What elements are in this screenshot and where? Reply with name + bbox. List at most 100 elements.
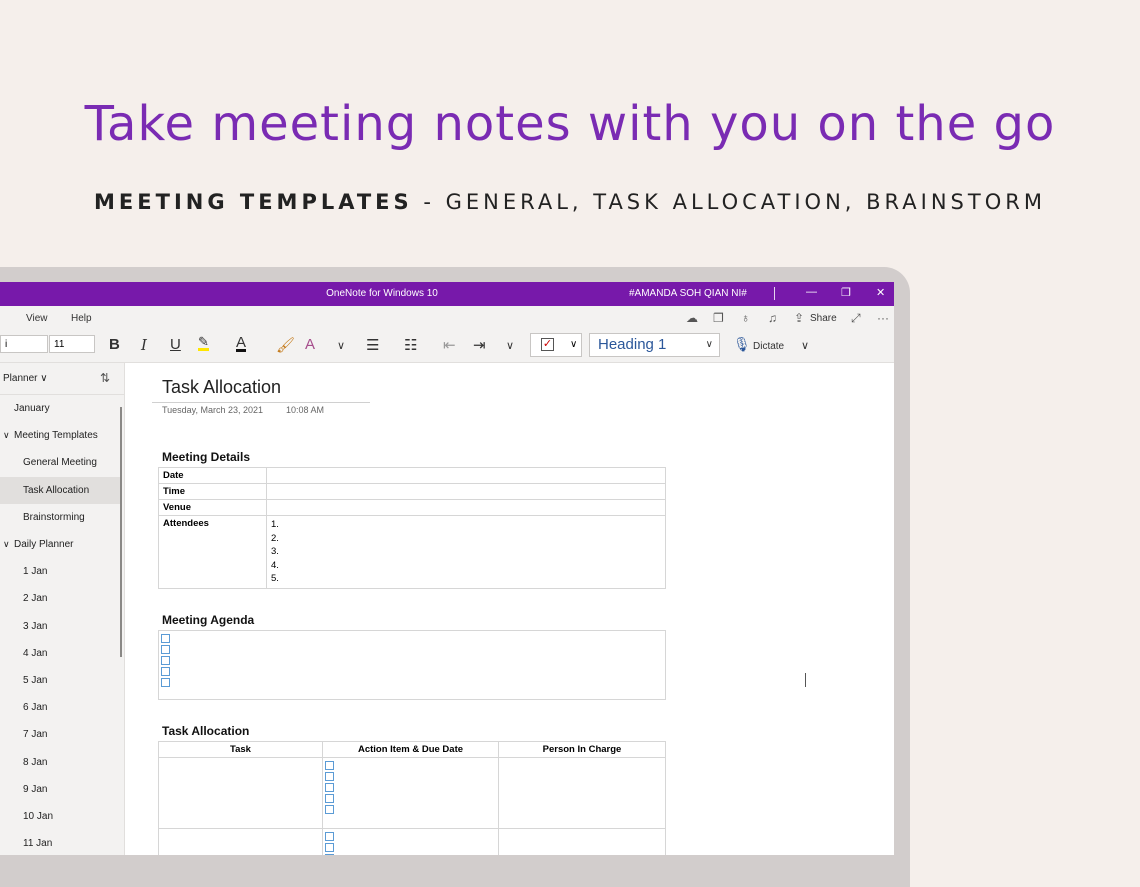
agenda-cell[interactable]: [158, 630, 666, 700]
underline-button[interactable]: U: [170, 336, 181, 353]
highlight-icon[interactable]: ✎: [198, 335, 209, 351]
sidebar-item[interactable]: 8 Jan: [0, 749, 121, 776]
attendee-line: 2.: [271, 532, 279, 544]
checkbox[interactable]: [161, 667, 170, 676]
details-value[interactable]: [266, 483, 666, 500]
indent-icon[interactable]: ⇥: [473, 336, 486, 354]
italic-button[interactable]: I: [141, 336, 147, 354]
page-title[interactable]: Task Allocation: [162, 377, 281, 398]
chevron-down-icon[interactable]: ∨: [506, 339, 514, 352]
meeting-agenda-table: [158, 630, 666, 700]
restore-button[interactable]: ❐: [841, 286, 851, 299]
page-list: Planner ∨ ⇅ January ∨ Meeting Templates Gen…: [0, 363, 125, 855]
checkbox[interactable]: [161, 678, 170, 687]
font-size-input[interactable]: 11: [49, 335, 95, 353]
sidebar-item[interactable]: 1 Jan: [0, 558, 121, 585]
chevron-down-icon[interactable]: ∨: [337, 339, 345, 352]
attendees-list[interactable]: 1. 2. 3. 4. 5.: [266, 515, 666, 589]
sidebar-item[interactable]: 7 Jan: [0, 721, 121, 748]
style-dropdown[interactable]: Heading 1 ∨: [589, 333, 720, 357]
clear-format-icon[interactable]: A: [305, 336, 315, 353]
sidebar-item[interactable]: 5 Jan: [0, 667, 121, 694]
sidebar-item[interactable]: 4 Jan: [0, 640, 121, 667]
attendee-line: 1.: [271, 519, 279, 530]
sidebar-item[interactable]: 11 Jan: [0, 830, 121, 855]
sidebar-item[interactable]: ∨ Meeting Templates: [0, 422, 121, 449]
pages-icon[interactable]: ❐: [713, 311, 724, 325]
title-underline: [152, 402, 370, 403]
details-label: Time: [158, 483, 267, 500]
details-value[interactable]: [266, 467, 666, 484]
numbering-icon[interactable]: ☷: [404, 336, 417, 354]
sidebar-item-label: 6 Jan: [23, 702, 48, 714]
chevron-down-icon: ∨: [40, 373, 48, 384]
person-cell[interactable]: [498, 757, 666, 829]
font-name-input[interactable]: i: [0, 335, 48, 353]
headline: Take meeting notes with you on the go: [84, 96, 1056, 152]
close-button[interactable]: ✕: [876, 286, 885, 299]
checkbox[interactable]: [325, 794, 334, 803]
chevron-down-icon[interactable]: ∨: [3, 422, 10, 449]
page-date: Tuesday, March 23, 2021: [162, 405, 264, 415]
sidebar-item[interactable]: 9 Jan: [0, 776, 121, 803]
checkbox[interactable]: [325, 843, 334, 852]
bold-button[interactable]: B: [109, 336, 120, 353]
menu-view[interactable]: View: [26, 313, 48, 324]
lightbulb-icon[interactable]: ♁: [741, 311, 750, 325]
task-cell[interactable]: [158, 828, 323, 855]
outdent-icon[interactable]: ⇤: [443, 336, 456, 354]
checkbox[interactable]: [325, 805, 334, 814]
sidebar-item[interactable]: Task Allocation: [0, 476, 121, 504]
menu-bar: View Help ☁ ❐ ♁ ♫ ⇪ Share ⤢ ···: [0, 306, 894, 330]
dictate-button[interactable]: Dictate: [753, 341, 784, 352]
task-cell[interactable]: [158, 757, 323, 829]
checkbox[interactable]: [161, 645, 170, 654]
more-icon[interactable]: ···: [877, 311, 889, 325]
sidebar-item[interactable]: 3 Jan: [0, 613, 121, 640]
chevron-down-icon[interactable]: ∨: [801, 339, 809, 352]
checkbox-icon: ✓: [541, 338, 554, 351]
todo-tag-button[interactable]: ✓ ∨: [530, 333, 582, 357]
chevron-down-icon[interactable]: ∨: [3, 531, 10, 558]
checkbox[interactable]: [161, 656, 170, 665]
sidebar-item[interactable]: 6 Jan: [0, 694, 121, 721]
share-button[interactable]: Share: [810, 313, 837, 324]
details-value[interactable]: [266, 499, 666, 516]
sidebar-item[interactable]: General Meeting: [0, 449, 121, 476]
notebook-header[interactable]: Planner ∨: [3, 373, 48, 384]
checkbox[interactable]: [325, 832, 334, 841]
action-item-cell[interactable]: [322, 757, 499, 829]
account-name[interactable]: #AMANDA SOH QIAN NI#: [629, 288, 747, 299]
minimize-button[interactable]: —: [806, 286, 817, 298]
bell-icon[interactable]: ♫: [768, 311, 777, 325]
action-item-cell[interactable]: [322, 828, 499, 855]
checkbox[interactable]: [325, 761, 334, 770]
bullets-icon[interactable]: ☰: [366, 336, 379, 354]
fullscreen-icon[interactable]: ⤢: [851, 311, 861, 326]
sidebar-item[interactable]: Brainstorming: [0, 504, 121, 531]
font-color-button[interactable]: A: [236, 335, 247, 352]
sidebar-item[interactable]: ∨ Daily Planner: [0, 531, 121, 558]
chevron-down-icon: ∨: [570, 339, 578, 350]
sync-icon[interactable]: ☁: [686, 311, 698, 325]
sort-icon[interactable]: ⇅: [100, 371, 110, 385]
person-cell[interactable]: [498, 828, 666, 855]
sidebar-item[interactable]: 10 Jan: [0, 803, 121, 830]
sidebar-item-label: Brainstorming: [23, 511, 85, 523]
checkbox[interactable]: [161, 634, 170, 643]
note-page[interactable]: Task Allocation Tuesday, March 23, 2021 …: [125, 363, 894, 855]
format-painter-icon[interactable]: 🖌: [276, 336, 295, 354]
details-label: Attendees: [158, 515, 267, 589]
checkbox[interactable]: [325, 783, 334, 792]
table-row: Attendees 1. 2. 3. 4. 5.: [158, 515, 666, 589]
menu-help[interactable]: Help: [71, 313, 92, 324]
sidebar-item[interactable]: 2 Jan: [0, 585, 121, 612]
scrollbar[interactable]: [120, 407, 122, 657]
sidebar-item[interactable]: January: [0, 395, 121, 422]
microphone-icon[interactable]: 🎙: [733, 336, 751, 353]
column-header: Task: [158, 741, 323, 758]
meeting-agenda-heading: Meeting Agenda: [162, 613, 255, 627]
sidebar-item-label: 1 Jan: [23, 566, 48, 578]
checkbox[interactable]: [325, 772, 334, 781]
share-icon[interactable]: ⇪: [794, 311, 804, 325]
